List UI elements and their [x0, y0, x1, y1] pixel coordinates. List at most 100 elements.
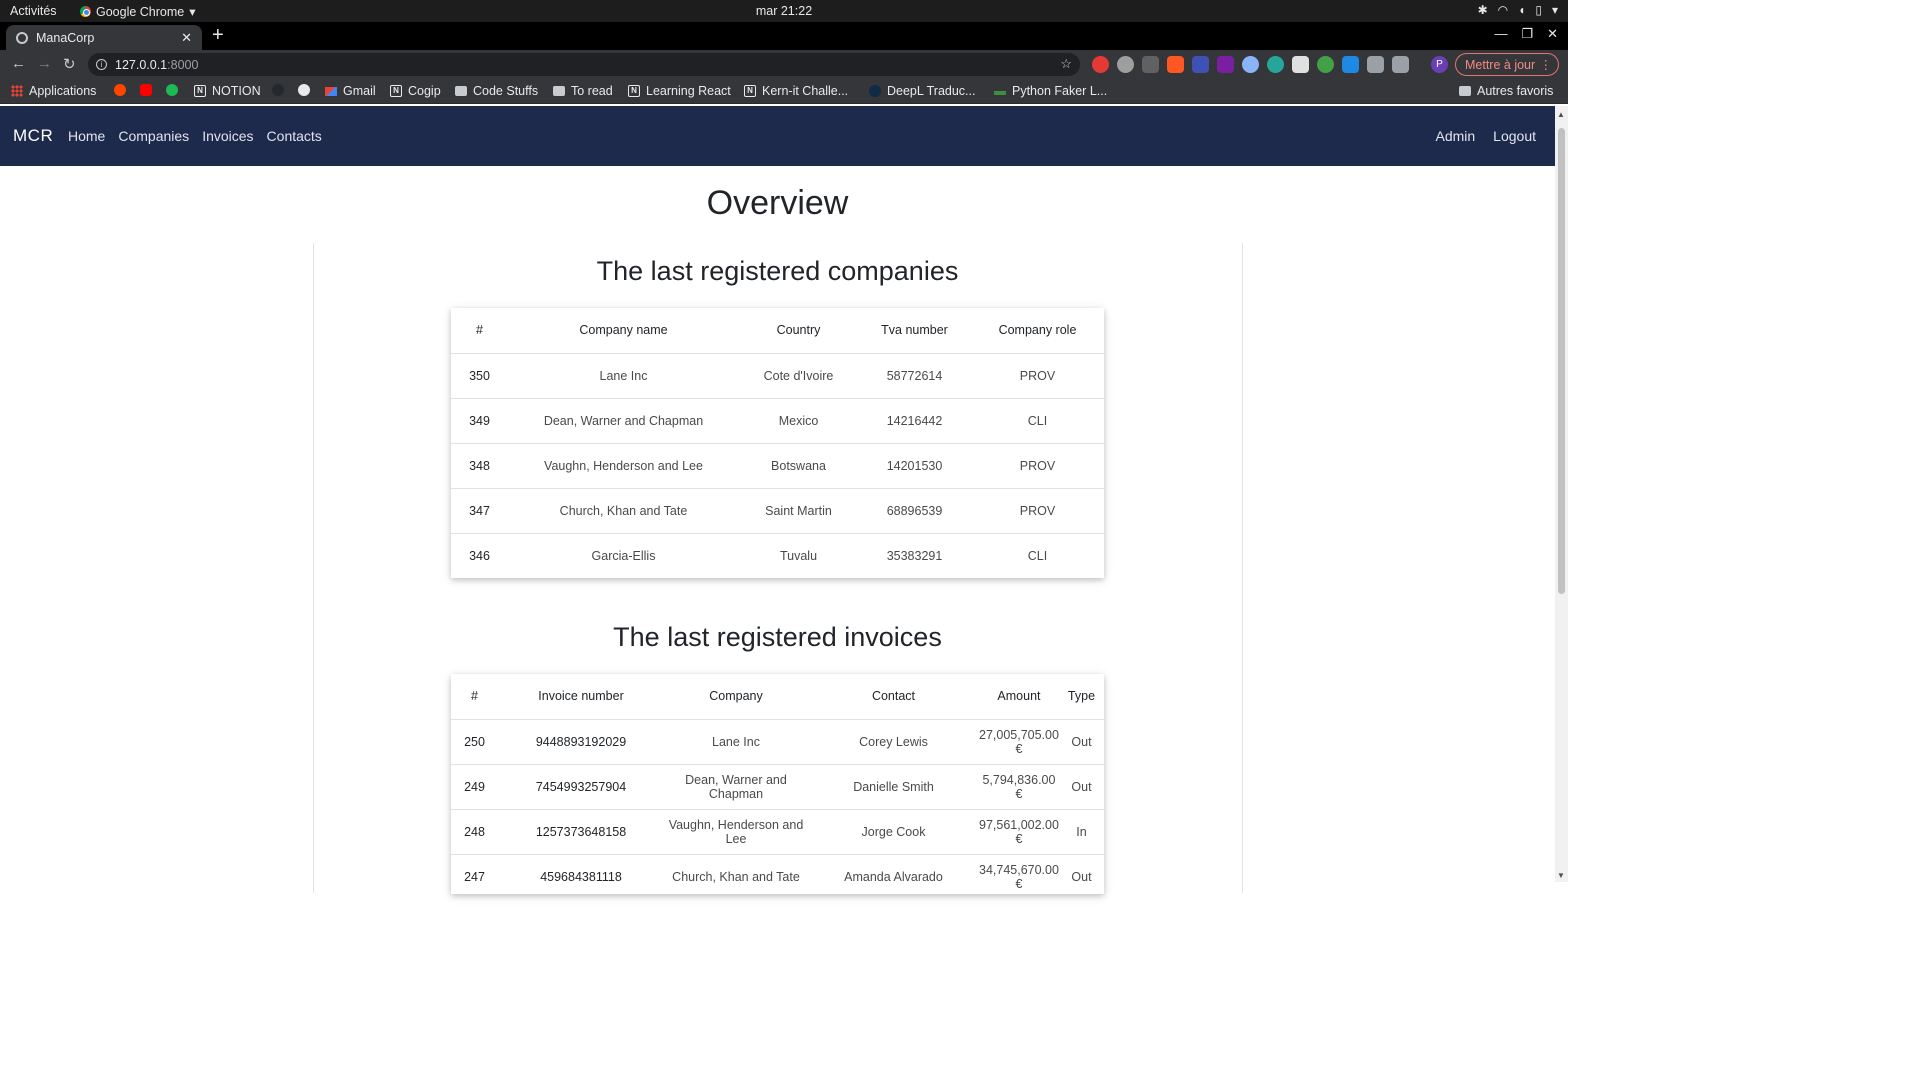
browser-tab[interactable]: ManaCorp ✕	[6, 25, 202, 50]
kebab-menu-icon[interactable]: ⋮	[1540, 57, 1553, 72]
table-cell: 97,561,002.00 €	[979, 809, 1059, 855]
table-cell: CLI	[971, 398, 1104, 444]
table-cell: 7454993257904	[498, 764, 664, 810]
back-arrow-icon[interactable]: ←	[11, 55, 26, 72]
bookmark-github[interactable]	[272, 84, 284, 96]
forward-arrow-icon[interactable]: →	[37, 55, 52, 72]
table-cell: 68896539	[858, 488, 971, 534]
table-row[interactable]: 248 1257373648158 Vaughn, Henderson and Le…	[451, 809, 1104, 855]
table-row[interactable]: 348 Vaughn, Henderson and Lee Botswana 1420…	[451, 443, 1104, 489]
bookmark-deepl[interactable]: DeepL Traduc...	[869, 84, 975, 98]
extensions-area	[1092, 56, 1409, 73]
table-cell: Out	[1071, 869, 1092, 884]
restore-icon[interactable]: ❐	[1521, 26, 1533, 42]
scroll-up-icon[interactable]: ▲	[1557, 110, 1565, 119]
table-cell: 247	[464, 869, 485, 884]
table-row[interactable]: 250 9448893192029 Lane Inc Corey Lewis 27,00…	[451, 719, 1104, 765]
update-button[interactable]: Mettre à jour ⋮	[1455, 53, 1559, 76]
bookmark-applications[interactable]: Applications	[11, 84, 96, 98]
folder-icon	[553, 86, 565, 96]
extension-icon[interactable]	[1117, 56, 1134, 73]
brand-logo[interactable]: MCR	[13, 126, 53, 146]
bookmark-youtube[interactable]	[140, 84, 152, 96]
profile-avatar[interactable]: P	[1431, 56, 1448, 73]
table-cell: Dean, Warner and Chapman	[664, 764, 808, 810]
column-header: Company role	[971, 308, 1104, 354]
nav-link-invoices[interactable]: Invoices	[202, 128, 253, 144]
extension-icon[interactable]	[1092, 56, 1109, 73]
nav-link-home[interactable]: Home	[68, 128, 105, 144]
bookmark-kern-it[interactable]: N Kern-it Challe...	[744, 84, 848, 98]
volume-icon[interactable]: ◖	[1518, 3, 1525, 17]
minimize-icon[interactable]: —	[1494, 26, 1507, 42]
nav-link-companies[interactable]: Companies	[118, 128, 189, 144]
info-icon[interactable]: i	[96, 59, 107, 70]
system-clock[interactable]: mar 21:22	[0, 4, 1568, 18]
grammarly-icon[interactable]	[1267, 56, 1284, 73]
extension-icon[interactable]	[1142, 56, 1159, 73]
activities-button[interactable]: Activités	[10, 4, 57, 18]
table-row[interactable]: 249 7454993257904 Dean, Warner and Chapman…	[451, 764, 1104, 810]
invoices-table: # Invoice number Company Contact Amount …	[451, 674, 1104, 899]
bookmark-python-faker[interactable]: Python Faker L...	[994, 84, 1107, 98]
bookmark-spotify[interactable]	[166, 84, 178, 96]
extension-icon[interactable]	[1192, 56, 1209, 73]
extension-icon[interactable]	[1217, 56, 1234, 73]
bookmark-folder-to-read[interactable]: To read	[553, 84, 613, 98]
table-cell: 34,745,670.00 €	[979, 862, 1059, 891]
notion-icon[interactable]	[1292, 56, 1309, 73]
column-header: Tva number	[858, 308, 971, 354]
battery-icon[interactable]: ▯	[1535, 3, 1542, 17]
app-name: Google Chrome	[96, 4, 185, 19]
notion-icon: N	[390, 85, 402, 97]
table-row[interactable]: 349 Dean, Warner and Chapman Mexico 1421644…	[451, 398, 1104, 444]
scroll-down-icon[interactable]: ▼	[1557, 871, 1565, 880]
companies-table: # Company name Country Tva number Compan…	[451, 308, 1104, 578]
extension-icon[interactable]	[1317, 56, 1334, 73]
chrome-icon	[80, 6, 91, 17]
react-devtools-icon[interactable]	[1242, 56, 1259, 73]
close-window-icon[interactable]: ✕	[1547, 26, 1558, 42]
extension-icon[interactable]	[1342, 56, 1359, 73]
table-cell: Vaughn, Henderson and Lee	[664, 809, 808, 855]
nav-link-logout[interactable]: Logout	[1493, 128, 1536, 144]
extension-icon[interactable]	[1167, 56, 1184, 73]
nav-link-contacts[interactable]: Contacts	[267, 128, 322, 144]
table-cell: Garcia-Ellis	[591, 548, 656, 563]
app-menu[interactable]: Google Chrome ▾	[80, 4, 196, 19]
reload-icon[interactable]: ↻	[63, 55, 76, 73]
column-header: Country	[739, 308, 858, 354]
reading-list-icon[interactable]	[1392, 56, 1409, 73]
window-controls: — ❐ ✕	[1494, 26, 1558, 42]
tab-title: ManaCorp	[36, 30, 95, 45]
globe-icon	[16, 31, 28, 44]
scroll-thumb[interactable]	[1558, 128, 1565, 594]
system-tray[interactable]: ✱ ◠ ◖ ▯ ▾	[1478, 3, 1558, 17]
puzzle-icon[interactable]	[1367, 56, 1384, 73]
table-row[interactable]: 350 Lane Inc Cote d'Ivoire 58772614 PROV	[451, 353, 1104, 399]
close-tab-icon[interactable]: ✕	[181, 30, 192, 46]
deepl-icon	[869, 85, 881, 97]
bookmark-reddit[interactable]	[114, 84, 126, 96]
page-scrollbar[interactable]: ▲ ▼	[1555, 106, 1568, 882]
table-row[interactable]: 346 Garcia-Ellis Tuvalu 35383291 CLI	[451, 533, 1104, 578]
bookmark-cogip[interactable]: N Cogip	[390, 84, 441, 98]
bookmark-gmail[interactable]: Gmail	[325, 84, 376, 98]
wifi-icon[interactable]: ◠	[1498, 3, 1508, 17]
bookmark-alien[interactable]	[298, 84, 310, 96]
bluetooth-icon[interactable]: ✱	[1478, 3, 1488, 17]
nav-link-admin[interactable]: Admin	[1435, 128, 1475, 144]
table-cell: 14201530	[858, 443, 971, 489]
bookmark-star-icon[interactable]: ☆	[1060, 56, 1072, 72]
address-bar[interactable]: i 127.0.0.1 :8000 ☆	[88, 53, 1080, 76]
table-cell: Lane Inc	[508, 353, 739, 399]
bookmark-other-bookmarks[interactable]: Autres favoris	[1459, 84, 1553, 98]
table-row[interactable]: 347 Church, Khan and Tate Saint Martin 6889…	[451, 488, 1104, 534]
bookmark-folder-code-stuffs[interactable]: Code Stuffs	[455, 84, 538, 98]
bookmark-learning-react[interactable]: N Learning React	[628, 84, 731, 98]
table-row[interactable]: 247 459684381118 Church, Khan and Tate Aman…	[451, 854, 1104, 899]
bookmark-notion[interactable]: N NOTION	[194, 84, 261, 98]
caret-down-icon[interactable]: ▾	[1552, 3, 1558, 17]
table-cell: 9448893192029	[498, 719, 664, 765]
new-tab-icon[interactable]: +	[212, 24, 224, 47]
